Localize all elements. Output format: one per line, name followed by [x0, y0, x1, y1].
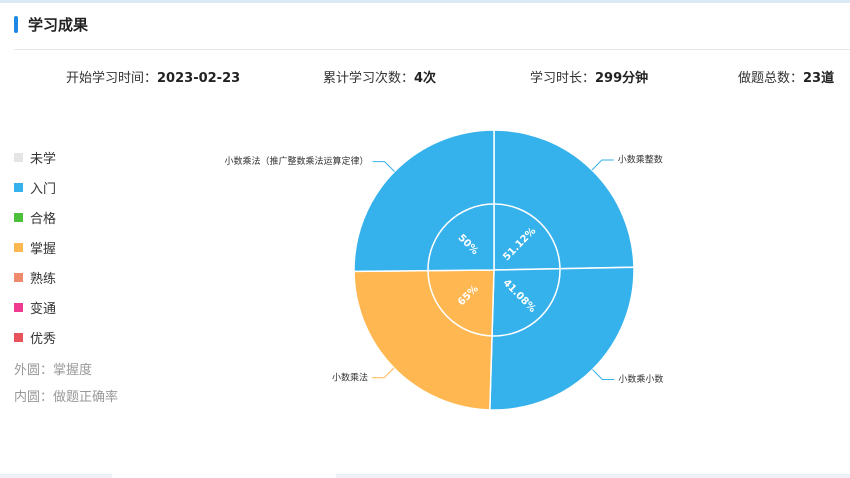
label-leader-line — [372, 161, 395, 172]
category-label: 小数乘法 — [332, 371, 368, 383]
label-leader-line — [372, 367, 395, 379]
category-label: 小数乘法（推广整数乘法运算定律） — [225, 155, 369, 167]
category-label: 小数乘小数 — [618, 373, 663, 385]
category-label: 小数乘整数 — [618, 154, 663, 166]
bottom-strip-right — [336, 474, 850, 478]
label-leader-line — [592, 369, 615, 380]
pie-chart: 51.12%41.08%65%50%小数乘整数小数乘小数小数乘法小数乘法（推广整… — [225, 129, 663, 411]
bottom-strip-left — [0, 474, 112, 478]
label-leader-line — [591, 159, 614, 171]
